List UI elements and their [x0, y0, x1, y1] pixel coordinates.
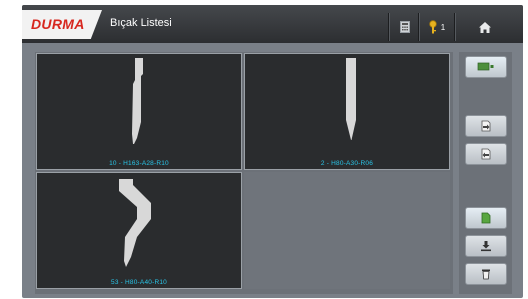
header-divider	[418, 13, 420, 41]
tool-tile[interactable]: 10 - H163-A28-R10	[36, 53, 242, 170]
header-divider	[454, 13, 456, 41]
export-doc-icon	[481, 120, 491, 132]
key-icon	[429, 20, 437, 34]
punch-profile-drawing	[346, 58, 356, 140]
machine-screen: DURMA Bıçak Listesi 1 10 - H163-A28-R10 …	[22, 5, 523, 298]
header-bar: DURMA Bıçak Listesi 1	[22, 5, 523, 43]
import-doc-icon	[481, 148, 491, 160]
new-file-icon	[481, 212, 491, 224]
new-file-button[interactable]	[465, 207, 507, 229]
download-icon	[481, 241, 491, 252]
download-button[interactable]	[465, 235, 507, 257]
home-icon	[479, 21, 491, 33]
durma-logo: DURMA	[31, 16, 85, 32]
home-button[interactable]	[469, 14, 501, 40]
export-button[interactable]	[465, 115, 507, 137]
header-divider	[388, 13, 390, 41]
tool-label: 53 - H80-A40-R10	[111, 279, 167, 286]
action-panel	[459, 52, 512, 294]
trash-icon	[482, 269, 490, 280]
notification-count: 1	[440, 22, 446, 32]
tool-label: 10 - H163-A28-R10	[109, 160, 169, 167]
calculator-icon	[400, 21, 410, 33]
punch-profile-drawing	[119, 179, 151, 267]
notification-button[interactable]: 1	[421, 14, 451, 40]
page-title: Bıçak Listesi	[110, 17, 172, 29]
import-button[interactable]	[465, 143, 507, 165]
tool-label: 2 - H80-A30-R06	[320, 160, 374, 167]
tool-tile[interactable]: 2 - H80-A30-R06	[244, 53, 450, 170]
punch-profile-drawing	[132, 58, 143, 144]
view-toggle-icon	[477, 62, 494, 71]
empty-slot	[244, 172, 450, 289]
delete-button[interactable]	[465, 263, 507, 285]
tool-grid: 10 - H163-A28-R10 2 - H80-A30-R06 53 - H…	[35, 52, 453, 294]
calculator-button[interactable]	[391, 14, 419, 40]
view-toggle-button[interactable]	[465, 56, 507, 78]
tool-tile[interactable]: 53 - H80-A40-R10	[36, 172, 242, 289]
